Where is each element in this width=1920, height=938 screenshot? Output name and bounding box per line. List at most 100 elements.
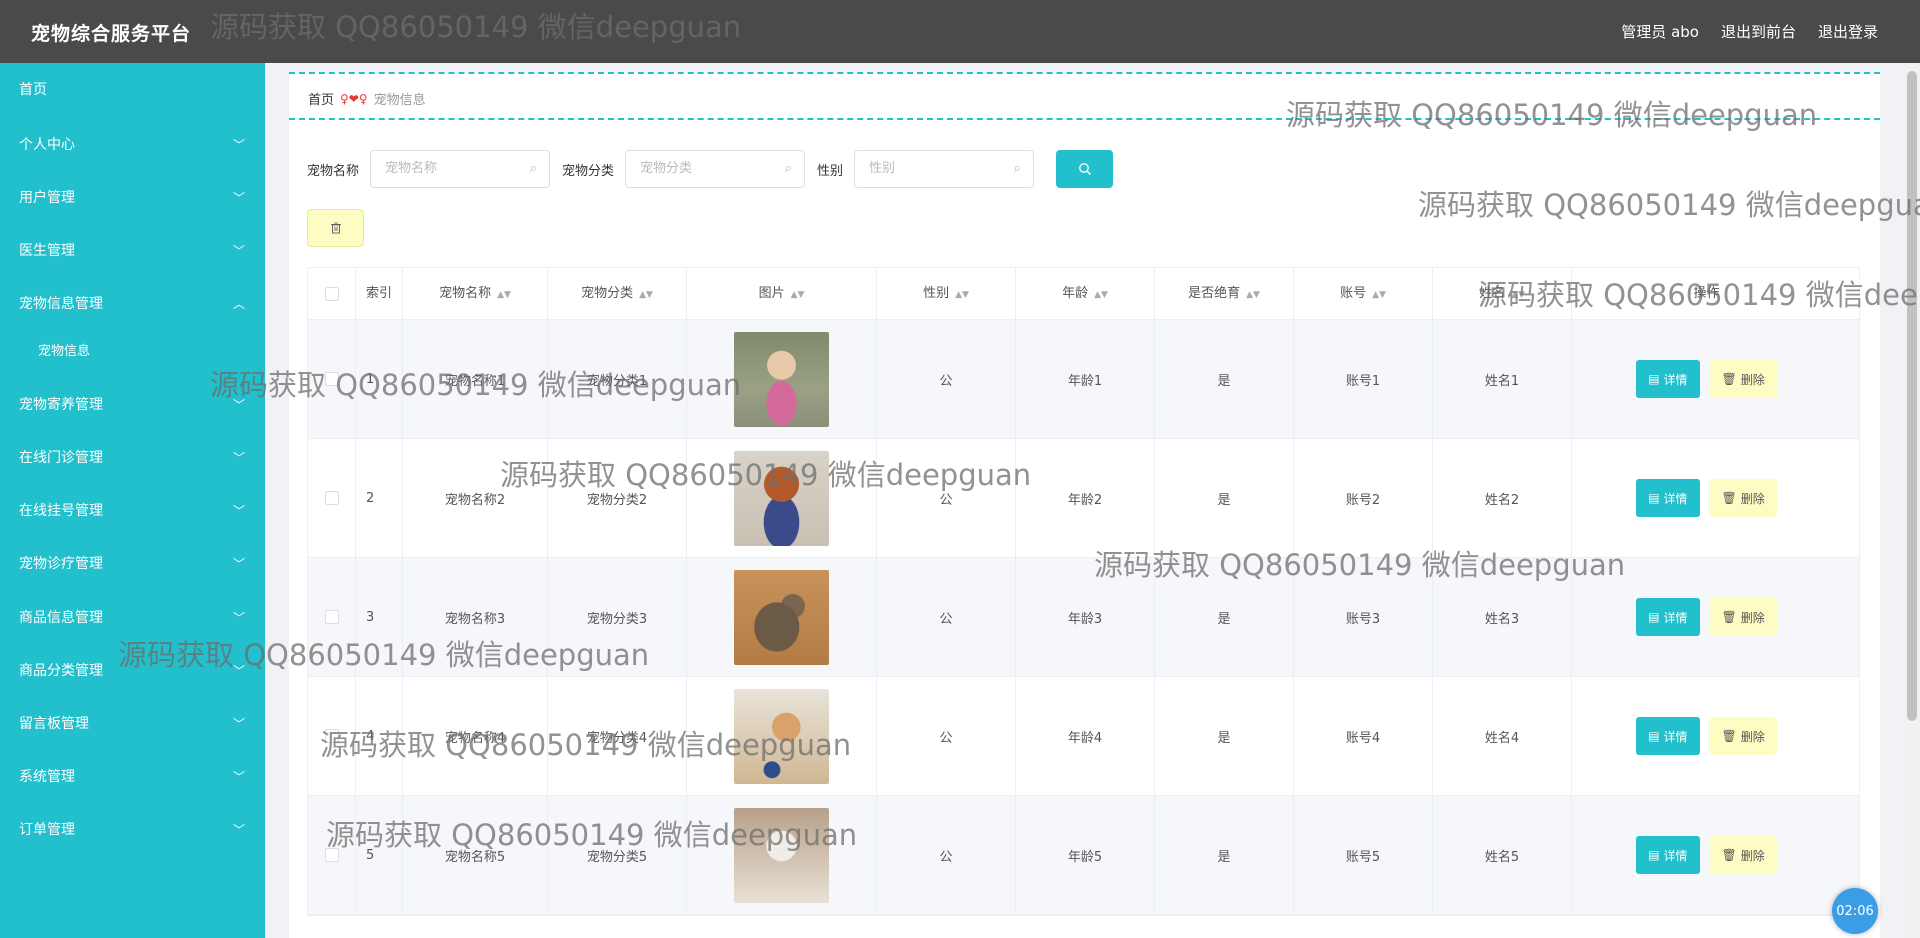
row-checkbox[interactable] (324, 610, 339, 624)
search-icon: ⌕ (784, 161, 793, 176)
sidebar-item-pet-info-management[interactable]: 宠物信息管理 ︿ (0, 284, 265, 324)
search-icon: ⌕ (529, 161, 538, 176)
age-cell: 年龄4 (1016, 677, 1155, 795)
pet-photo[interactable] (734, 450, 829, 546)
document-icon: ▤ (1648, 610, 1660, 624)
actions-cell: ▤ 详情 🗑 删除 (1572, 677, 1841, 795)
neutered-cell: 是 (1155, 677, 1294, 795)
age-cell: 年龄2 (1016, 439, 1155, 557)
age-cell: 年龄3 (1016, 558, 1155, 676)
sort-icon[interactable]: ▲▼ (1094, 290, 1108, 300)
search-button[interactable] (1056, 150, 1114, 188)
sidebar-item-doctor-management[interactable]: 医生管理 ﹀ (0, 231, 265, 271)
row-checkbox-cell (308, 439, 356, 557)
select-all-checkbox[interactable] (324, 287, 339, 301)
sort-icon[interactable]: ▲▼ (639, 290, 653, 300)
sort-icon[interactable]: ▲▼ (955, 290, 969, 300)
sort-icon[interactable]: ▲▼ (497, 290, 511, 300)
app-title: 宠物综合服务平台 (31, 23, 192, 45)
detail-button[interactable]: ▤ 详情 (1636, 598, 1700, 636)
sidebar-item-product-category[interactable]: 商品分类管理 ﹀ (0, 651, 265, 691)
vertical-scrollbar[interactable] (1904, 63, 1920, 938)
sidebar-item-pet-boarding[interactable]: 宠物寄养管理 ﹀ (0, 385, 265, 425)
sort-icon[interactable]: ▲▼ (1372, 290, 1386, 300)
index-cell: 4 (356, 677, 403, 795)
exit-to-frontend-link[interactable]: 退出到前台 (1721, 21, 1796, 42)
sidebar-item-home[interactable]: 首页 (0, 70, 265, 110)
pet-name-input[interactable]: 宠物名称 ⌕ (370, 150, 551, 188)
detail-button[interactable]: ▤ 详情 (1636, 479, 1700, 517)
top-bar: 宠物综合服务平台 管理员 abo 退出到前台 退出登录 (0, 0, 1920, 63)
sort-icon[interactable]: ▲▼ (791, 290, 805, 300)
pet-category-cell: 宠物分类3 (548, 558, 687, 676)
actions-cell: ▤ 详情 🗑 删除 (1572, 439, 1841, 557)
header-pet-category[interactable]: 宠物分类 ▲▼ (548, 268, 687, 320)
pet-name-cell: 宠物名称5 (403, 796, 548, 914)
sidebar-item-user-management[interactable]: 用户管理 ﹀ (0, 178, 265, 218)
delete-button[interactable]: 🗑 删除 (1709, 598, 1777, 636)
sidebar-item-pet-treatment[interactable]: 宠物诊疗管理 ﹀ (0, 544, 265, 584)
logout-link[interactable]: 退出登录 (1818, 21, 1878, 42)
breadcrumb-home[interactable]: 首页 (308, 89, 334, 108)
image-cell (687, 558, 877, 676)
header-gender[interactable]: 性别 ▲▼ (877, 268, 1016, 320)
sidebar-item-personal-center[interactable]: 个人中心 ﹀ (0, 125, 265, 165)
sidebar-item-message-board[interactable]: 留言板管理 ﹀ (0, 704, 265, 744)
gender-input[interactable]: 性别 ⌕ (854, 150, 1035, 188)
header-age[interactable]: 年龄 ▲▼ (1016, 268, 1155, 320)
sidebar-item-system-management[interactable]: 系统管理 ﹀ (0, 757, 265, 797)
delete-button[interactable]: 🗑 删除 (1709, 360, 1777, 398)
chevron-down-icon: ﹀ (232, 138, 245, 152)
gender-cell: 公 (877, 320, 1016, 438)
row-checkbox[interactable] (324, 729, 339, 743)
pet-photo[interactable] (734, 688, 829, 784)
detail-button[interactable]: ▤ 详情 (1636, 360, 1700, 398)
pet-category-input[interactable]: 宠物分类 ⌕ (625, 150, 806, 188)
pet-photo[interactable] (734, 807, 829, 903)
search-bar: 宠物名称 宠物名称 ⌕ 宠物分类 宠物分类 ⌕ 性别 性别 ⌕ (307, 150, 1114, 188)
delete-button[interactable]: 🗑 删除 (1709, 836, 1777, 874)
detail-button[interactable]: ▤ 详情 (1636, 836, 1700, 874)
header-image[interactable]: 图片 ▲▼ (687, 268, 877, 320)
owner-name-cell: 姓名3 (1433, 558, 1572, 676)
sidebar-item-order-management[interactable]: 订单管理 ﹀ (0, 810, 265, 850)
row-checkbox[interactable] (324, 491, 339, 505)
gender-label: 性别 (817, 163, 844, 179)
header-owner-name[interactable]: 姓名 ▲▼ (1433, 268, 1572, 320)
header-pet-name[interactable]: 宠物名称 ▲▼ (403, 268, 548, 320)
row-checkbox[interactable] (324, 372, 339, 386)
delete-button[interactable]: 🗑 删除 (1709, 479, 1777, 517)
account-cell: 账号1 (1294, 320, 1433, 438)
row-checkbox-cell (308, 796, 356, 914)
search-icon (1078, 163, 1091, 175)
document-icon: ▤ (1648, 372, 1660, 386)
pet-category-label: 宠物分类 (562, 163, 615, 179)
actions-cell: ▤ 详情 🗑 删除 (1572, 796, 1841, 914)
chevron-down-icon: ﹀ (232, 191, 245, 205)
document-icon: ▤ (1648, 491, 1660, 505)
pet-photo[interactable] (734, 569, 829, 665)
detail-button[interactable]: ▤ 详情 (1636, 717, 1700, 755)
sort-icon[interactable]: ▲▼ (1511, 290, 1525, 300)
row-checkbox[interactable] (324, 848, 339, 862)
index-cell: 3 (356, 558, 403, 676)
delete-button[interactable]: 🗑 删除 (1709, 717, 1777, 755)
sidebar-subitem-pet-info[interactable]: 宠物信息 (0, 332, 265, 372)
main-content: 首页 ♀❤♀ 宠物信息 宠物名称 宠物名称 ⌕ 宠物分类 宠物分类 ⌕ 性别 性别 ⌕… (289, 72, 1880, 938)
sort-icon[interactable]: ▲▼ (1246, 290, 1260, 300)
sidebar-item-online-registration[interactable]: 在线挂号管理 ﹀ (0, 491, 265, 531)
owner-name-cell: 姓名1 (1433, 320, 1572, 438)
batch-delete-button[interactable] (307, 209, 364, 247)
header-neutered[interactable]: 是否绝育 ▲▼ (1155, 268, 1294, 320)
header-select-all[interactable] (308, 268, 356, 320)
neutered-cell: 是 (1155, 320, 1294, 438)
scrollbar-thumb[interactable] (1907, 71, 1917, 721)
chevron-down-icon: ﹀ (232, 398, 245, 412)
breadcrumb-current: 宠物信息 (373, 93, 426, 108)
chevron-down-icon: ﹀ (232, 504, 245, 518)
header-account[interactable]: 账号 ▲▼ (1294, 268, 1433, 320)
sidebar-item-product-info[interactable]: 商品信息管理 ﹀ (0, 598, 265, 638)
admin-user-link[interactable]: 管理员 abo (1621, 21, 1699, 42)
pet-photo[interactable] (734, 331, 829, 427)
sidebar-item-online-clinic[interactable]: 在线门诊管理 ﹀ (0, 438, 265, 478)
